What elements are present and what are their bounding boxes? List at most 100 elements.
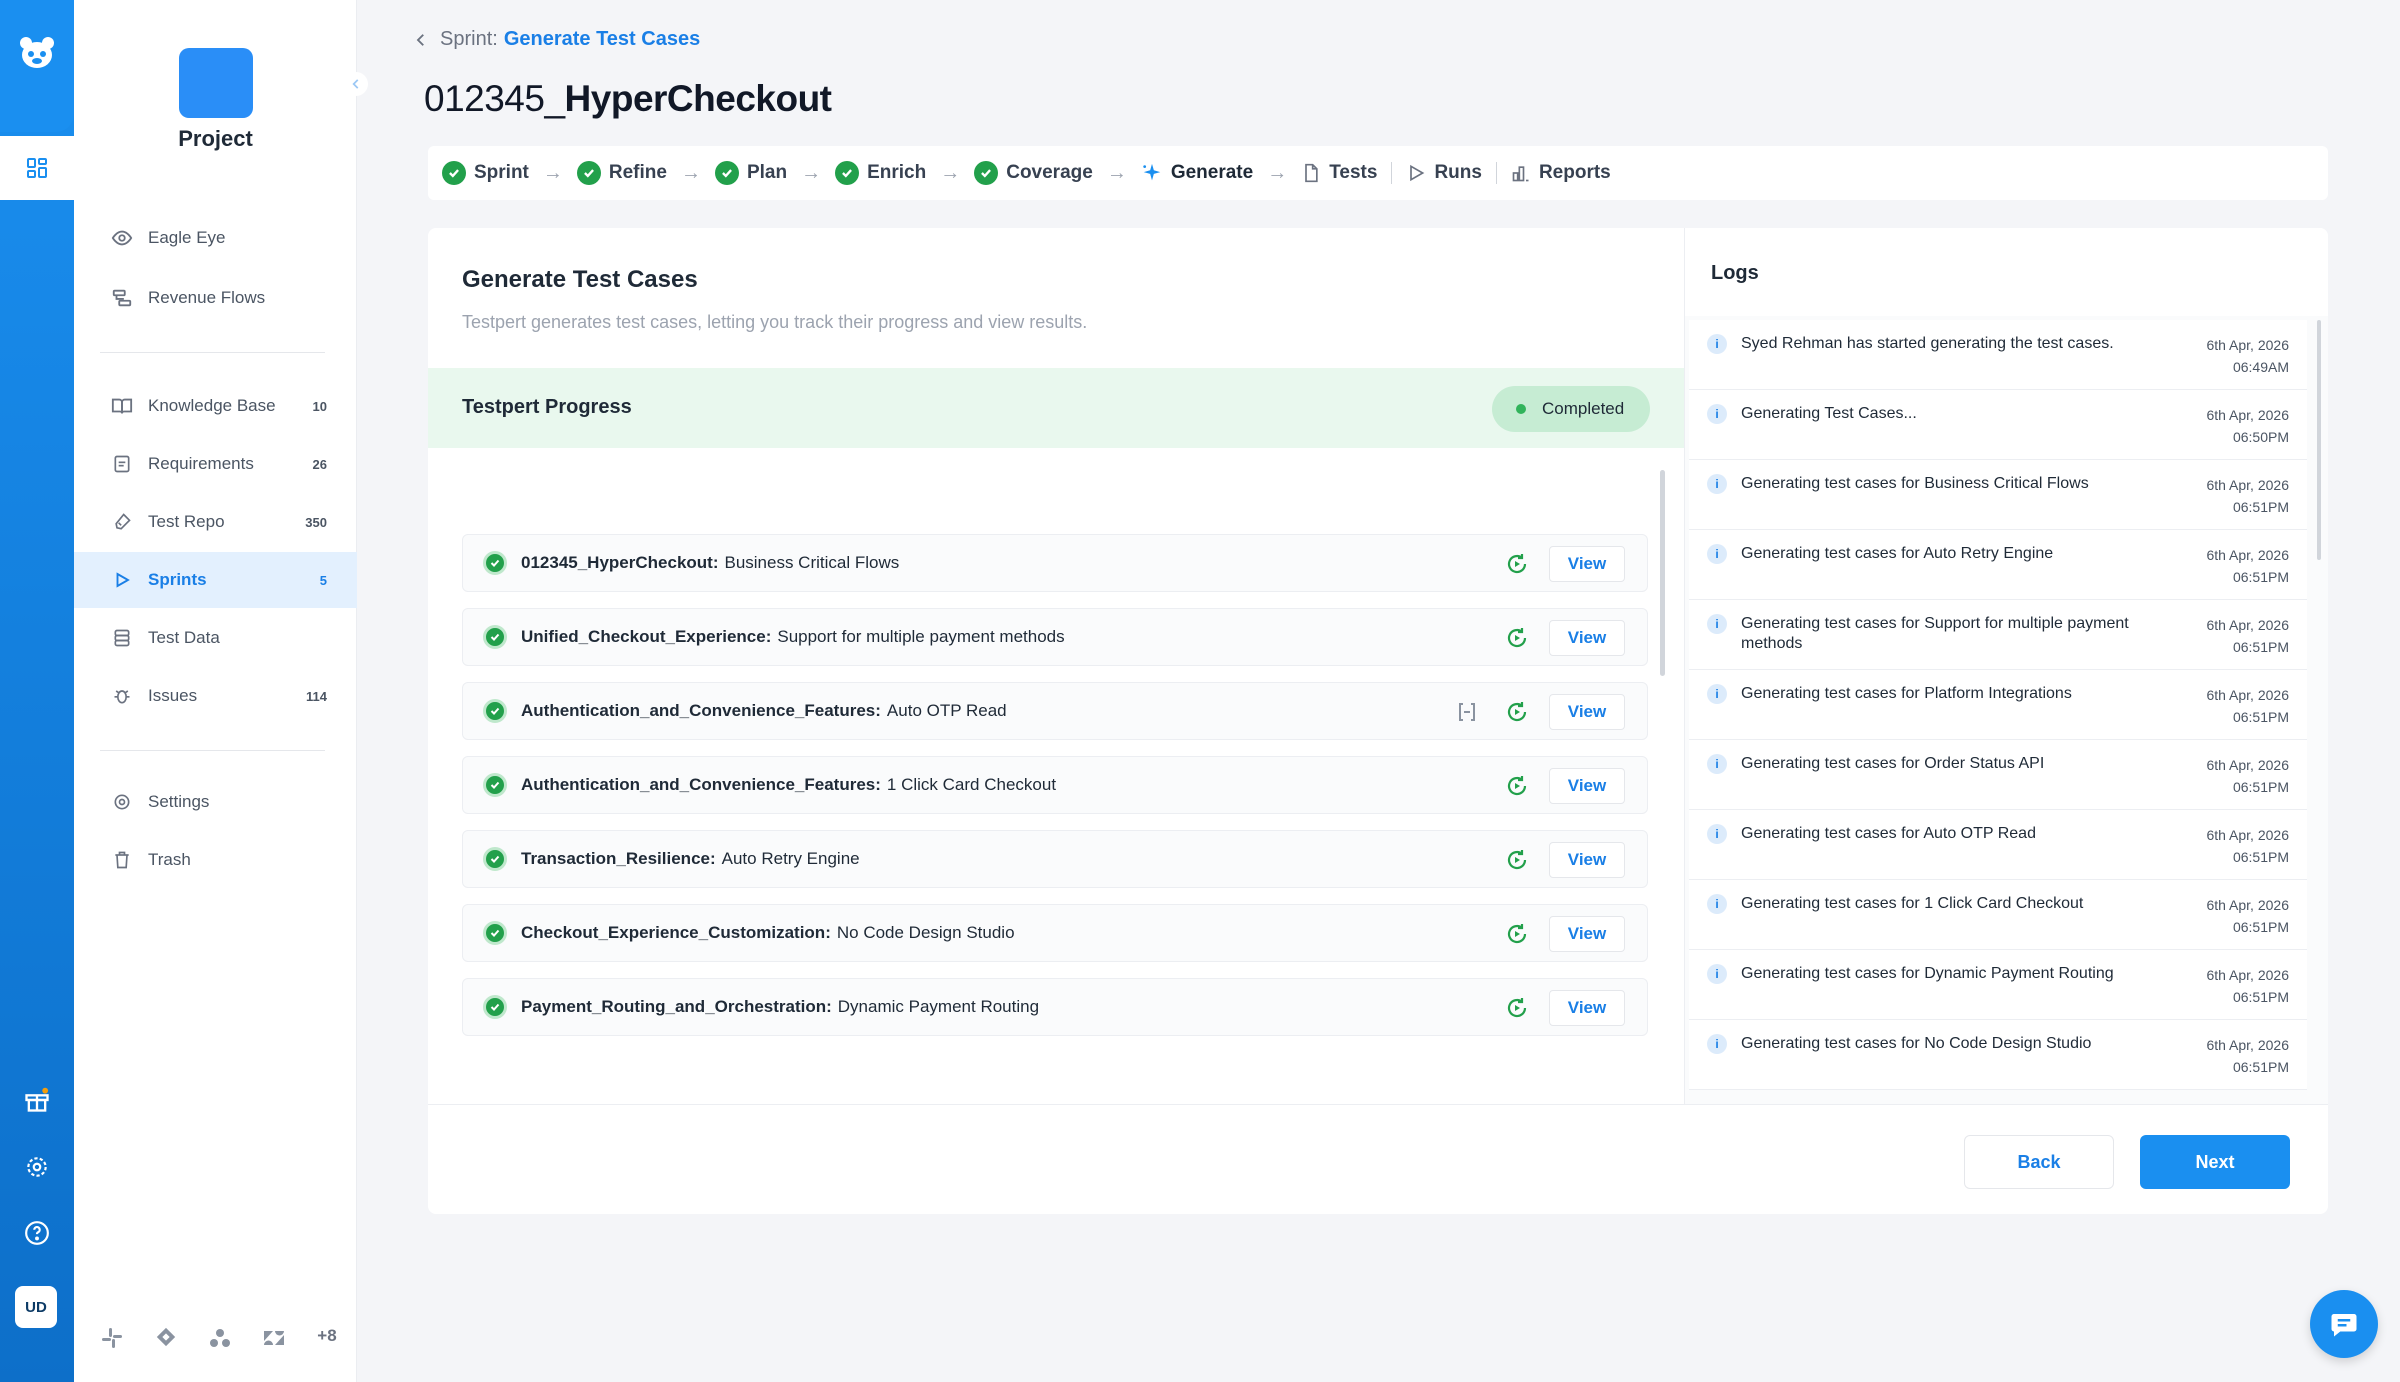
project-logo[interactable] [179,48,253,118]
progress-panel: Generate Test Cases Testpert generates t… [428,228,1684,1104]
task-key: 012345_HyperCheckout: [521,553,719,572]
sidebar-item-sprints[interactable]: Sprints 5 [74,552,357,608]
scrollbar[interactable] [1660,470,1665,676]
sidebar-item-knowledge-base[interactable]: Knowledge Base 10 [100,378,357,434]
user-avatar[interactable]: UD [15,1286,57,1328]
task-row: Authentication_and_Convenience_Features:… [462,756,1648,814]
gift-icon[interactable] [0,1086,74,1114]
log-timestamp: 6th Apr, 2026 06:49AM [2206,334,2289,378]
view-button[interactable]: View [1549,768,1625,804]
log-timestamp: 6th Apr, 2026 06:51PM [2206,614,2289,658]
step-sprint[interactable]: Sprint [442,161,529,185]
slack-icon[interactable] [98,1326,126,1350]
view-button[interactable]: View [1549,620,1625,656]
step-coverage[interactable]: Coverage [974,161,1093,185]
view-button[interactable]: View [1549,694,1625,730]
step-label: Plan [746,162,788,183]
scrollbar[interactable] [2317,320,2321,560]
project-name: Project [178,126,253,151]
back-chevron-icon[interactable] [412,31,430,49]
log-date: 6th Apr, 2026 [2206,687,2289,703]
regenerate-icon[interactable] [1503,550,1531,578]
log-timestamp: 6th Apr, 2026 06:51PM [2206,894,2289,938]
sidebar-item-eagle-eye[interactable]: Eagle Eye [100,210,357,266]
sidebar-item-issues[interactable]: Issues 114 [100,668,357,724]
task-key: Authentication_and_Convenience_Features: [521,775,881,794]
bar-chart-icon [1511,163,1531,183]
dashboard-grid-icon[interactable] [0,136,74,200]
chat-bubble-icon[interactable] [2310,1290,2378,1358]
regenerate-icon[interactable] [1503,920,1531,948]
sidebar-item-label: Test Repo [148,512,225,531]
regenerate-icon[interactable] [1503,698,1531,726]
sidebar-item-label: Sprints [148,570,207,589]
step-reports[interactable]: Reports [1511,162,1611,184]
panel-title: Generate Test Cases [462,266,698,293]
step-generate[interactable]: Generate [1141,162,1253,184]
sidebar-divider [100,750,325,751]
sidebar-item-trash[interactable]: Trash [100,832,357,888]
log-date: 6th Apr, 2026 [2206,407,2289,423]
sidebar-item-label: Requirements [148,454,254,473]
arrow-right-icon: → [1106,161,1127,184]
step-enrich[interactable]: Enrich [835,161,926,185]
regenerate-icon[interactable] [1503,994,1531,1022]
step-label: Reports [1538,162,1611,183]
info-icon: i [1707,964,1727,984]
info-icon: i [1707,1034,1727,1054]
sidebar: Project Eagle Eye Revenue Flows Knowledg… [74,0,368,1382]
integration-dots-icon[interactable] [206,1326,234,1350]
regenerate-icon[interactable] [1503,772,1531,800]
status-label: Completed [1542,399,1625,418]
back-button[interactable]: Back [1964,1135,2114,1189]
step-plan[interactable]: Plan [714,161,788,185]
log-date: 6th Apr, 2026 [2206,1037,2289,1053]
card-footer: Back Next [428,1104,2328,1214]
task-name: Dynamic Payment Routing [837,997,1040,1016]
regenerate-icon[interactable] [1503,624,1531,652]
view-button[interactable]: View [1549,916,1625,952]
sidebar-item-test-data[interactable]: Test Data [100,610,357,666]
sidebar-item-settings[interactable]: Settings [100,774,357,830]
zendesk-icon[interactable] [260,1326,288,1350]
log-date: 6th Apr, 2026 [2206,477,2289,493]
app-logo-icon[interactable] [14,30,60,76]
sidebar-item-test-repo[interactable]: Test Repo 350 [100,494,357,550]
step-tests[interactable]: Tests [1301,162,1377,184]
task-key: Payment_Routing_and_Orchestration: [521,997,832,1016]
collapse-sidebar-chevron-icon[interactable] [344,72,368,96]
step-refine[interactable]: Refine [576,161,667,185]
file-icon [1301,162,1321,184]
status-dot-icon [1516,404,1526,414]
sidebar-item-revenue-flows[interactable]: Revenue Flows [100,270,357,326]
help-icon[interactable] [0,1220,74,1246]
sidebar-item-label: Knowledge Base [148,396,276,415]
regenerate-icon[interactable] [1503,846,1531,874]
info-icon: i [1707,334,1727,354]
step-runs[interactable]: Runs [1406,162,1482,184]
log-entry: i Generating test cases for 1 Click Card … [1689,880,2307,950]
code-bracket-icon[interactable] [1453,698,1481,726]
breadcrumb-current[interactable]: Generate Test Cases [504,28,700,51]
gear-icon[interactable] [0,1154,74,1180]
more-integrations-count[interactable]: +8 [310,1326,344,1346]
log-entry: i Generating test cases for Dynamic Payme… [1689,950,2307,1020]
view-button[interactable]: View [1549,990,1625,1026]
view-button[interactable]: View [1549,546,1625,582]
info-icon: i [1707,684,1727,704]
task-row: Checkout_Experience_Customization: No Cod… [462,904,1648,962]
task-name: Auto OTP Read [886,701,1007,720]
log-entry: i Generating test cases for Auto Retry En… [1689,530,2307,600]
breadcrumb-prefix: Sprint: [440,28,498,50]
log-timestamp: 6th Apr, 2026 06:51PM [2206,544,2289,588]
jira-icon[interactable] [152,1326,180,1348]
log-message: Generating test cases for Dynamic Paymen… [1741,965,2114,982]
next-button[interactable]: Next [2140,1135,2290,1189]
panel-subtitle: Testpert generates test cases, letting y… [462,312,1088,332]
icon-rail: UD [0,0,74,1382]
log-time: 06:51PM [2232,569,2289,585]
sidebar-item-requirements[interactable]: Requirements 26 [100,436,357,492]
log-date: 6th Apr, 2026 [2206,617,2289,633]
info-icon: i [1707,404,1727,424]
view-button[interactable]: View [1549,842,1625,878]
